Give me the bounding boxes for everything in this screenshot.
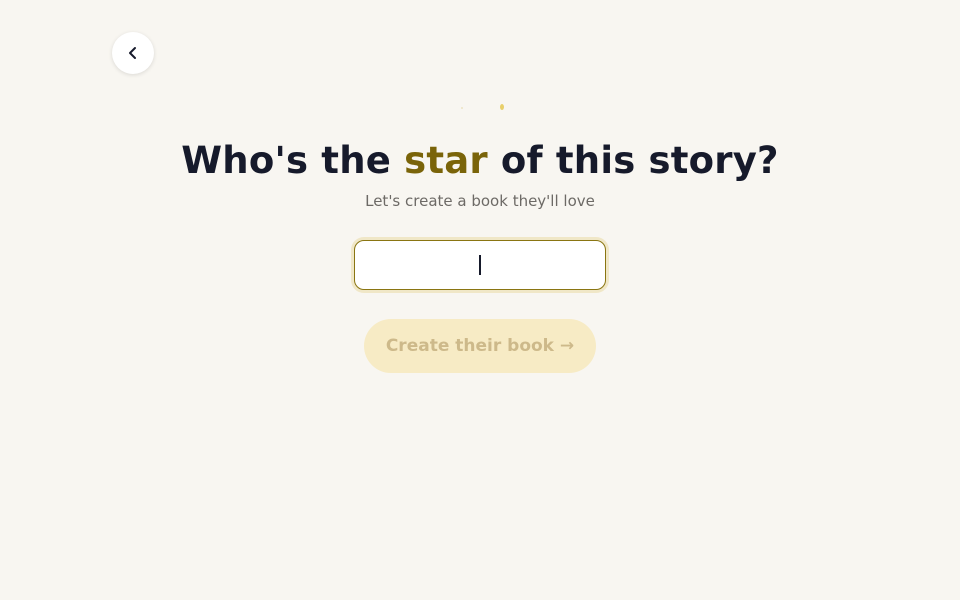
title-accent-word: star [404,139,488,182]
text-caret [479,255,481,275]
page-subtitle: Let's create a book they'll love [365,192,595,210]
back-button[interactable] [112,32,154,74]
title-text-after: of this story? [487,139,779,182]
title-text-before: Who's the [181,139,405,182]
chevron-left-icon [127,46,139,60]
page: Who's the star of this story? Let's crea… [0,0,960,600]
sparkle-decoration [0,98,960,114]
page-title: Who's the star of this story? [0,138,960,184]
sparkle-icon [500,104,504,110]
create-book-button[interactable]: Create their book → [364,319,596,373]
sparkle-icon [461,107,463,109]
